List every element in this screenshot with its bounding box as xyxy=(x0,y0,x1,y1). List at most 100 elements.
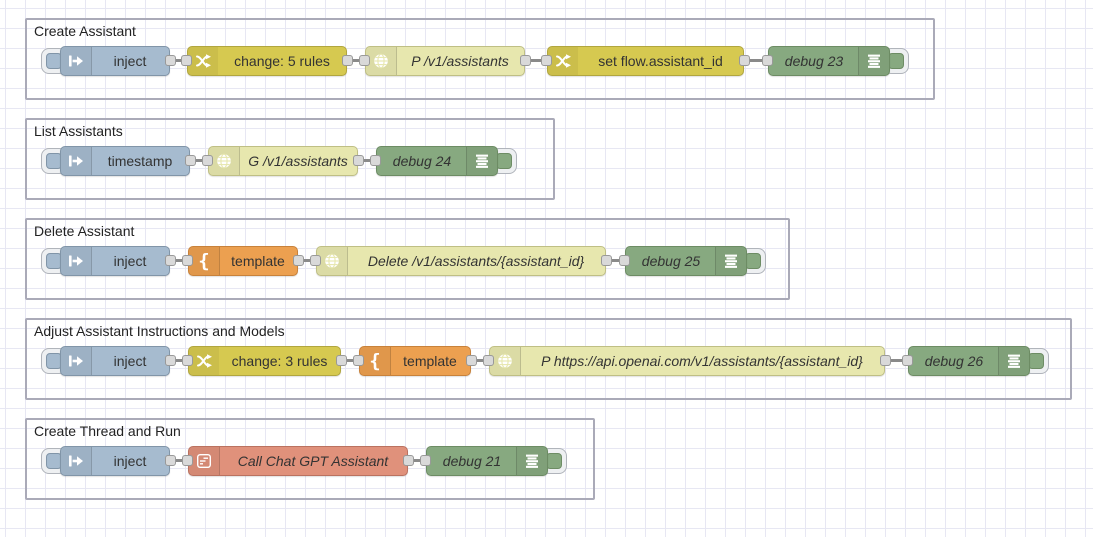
group-label: List Assistants xyxy=(34,123,123,139)
node-label: change: 3 rules xyxy=(231,353,328,369)
node-debug[interactable]: debug 26 xyxy=(908,346,1030,376)
inject-arrow-icon xyxy=(61,447,92,475)
node-label: Call Chat GPT Assistant xyxy=(237,453,389,469)
node-template[interactable]: { template xyxy=(188,246,298,276)
node-debug[interactable]: debug 25 xyxy=(625,246,747,276)
input-port[interactable] xyxy=(359,55,370,66)
node-label: P /v1/assistants xyxy=(411,53,509,69)
node-label: template xyxy=(403,353,457,369)
input-port[interactable] xyxy=(310,255,321,266)
debug-lines-icon xyxy=(715,247,746,275)
inject-arrow-icon xyxy=(61,47,92,75)
input-port[interactable] xyxy=(902,355,913,366)
input-port[interactable] xyxy=(182,255,193,266)
shuffle-icon xyxy=(189,347,219,375)
globe-icon xyxy=(490,347,521,375)
input-port[interactable] xyxy=(370,155,381,166)
debug-lines-icon xyxy=(516,447,547,475)
output-port[interactable] xyxy=(353,155,364,166)
node-change[interactable]: set flow.assistant_id xyxy=(547,46,744,76)
shuffle-icon xyxy=(548,47,578,75)
output-port[interactable] xyxy=(342,55,353,66)
output-port[interactable] xyxy=(165,455,176,466)
node-inject[interactable]: timestamp xyxy=(60,146,190,176)
node-http-request[interactable]: Delete /v1/assistants/{assistant_id} xyxy=(316,246,606,276)
output-port[interactable] xyxy=(293,255,304,266)
output-port[interactable] xyxy=(165,55,176,66)
button-inner-square xyxy=(1028,353,1044,369)
node-label: P https://api.openai.com/v1/assistants/{… xyxy=(541,353,863,369)
node-label: debug 23 xyxy=(784,53,844,69)
chat-form-icon xyxy=(189,447,220,475)
input-port[interactable] xyxy=(619,255,630,266)
button-inner-square xyxy=(745,253,761,269)
output-port[interactable] xyxy=(601,255,612,266)
node-label: change: 5 rules xyxy=(234,53,330,69)
output-port[interactable] xyxy=(880,355,891,366)
node-debug[interactable]: debug 21 xyxy=(426,446,548,476)
group-label: Delete Assistant xyxy=(34,223,135,239)
node-inject[interactable]: inject xyxy=(60,346,170,376)
input-port[interactable] xyxy=(762,55,773,66)
button-inner-square xyxy=(888,53,904,69)
debug-lines-icon xyxy=(466,147,497,175)
node-label: G /v1/assistants xyxy=(248,153,348,169)
inject-arrow-icon xyxy=(61,347,92,375)
node-label: inject xyxy=(113,353,147,369)
group-label: Create Thread and Run xyxy=(34,423,181,439)
button-inner-square xyxy=(496,153,512,169)
input-port[interactable] xyxy=(420,455,431,466)
input-port[interactable] xyxy=(483,355,494,366)
output-port[interactable] xyxy=(336,355,347,366)
node-http-request[interactable]: P /v1/assistants xyxy=(365,46,525,76)
node-http-request[interactable]: G /v1/assistants xyxy=(208,146,358,176)
node-openai[interactable]: Call Chat GPT Assistant xyxy=(188,446,408,476)
input-port[interactable] xyxy=(353,355,364,366)
curly-brace-icon: { xyxy=(360,347,391,375)
node-http-request[interactable]: P https://api.openai.com/v1/assistants/{… xyxy=(489,346,885,376)
node-label: inject xyxy=(113,53,147,69)
node-debug[interactable]: debug 24 xyxy=(376,146,498,176)
shuffle-icon xyxy=(188,47,218,75)
flow-canvas[interactable]: Create Assistant inject change: 5 rules P /… xyxy=(0,0,1093,537)
input-port[interactable] xyxy=(181,55,192,66)
button-inner-square xyxy=(546,453,562,469)
node-label: inject xyxy=(113,253,147,269)
globe-icon xyxy=(209,147,240,175)
node-label: debug 21 xyxy=(442,453,502,469)
inject-arrow-icon xyxy=(61,147,92,175)
group-label: Create Assistant xyxy=(34,23,136,39)
node-inject[interactable]: inject xyxy=(60,446,170,476)
globe-icon xyxy=(317,247,348,275)
node-debug[interactable]: debug 23 xyxy=(768,46,890,76)
node-label: debug 26 xyxy=(924,353,984,369)
node-label: debug 25 xyxy=(641,253,701,269)
group-label: Adjust Assistant Instructions and Models xyxy=(34,323,285,339)
curly-brace-icon: { xyxy=(189,247,220,275)
node-label: inject xyxy=(113,453,147,469)
output-port[interactable] xyxy=(403,455,414,466)
debug-lines-icon xyxy=(858,47,889,75)
node-label: debug 24 xyxy=(392,153,452,169)
output-port[interactable] xyxy=(165,255,176,266)
node-label: template xyxy=(231,253,285,269)
node-change[interactable]: change: 3 rules xyxy=(188,346,341,376)
debug-lines-icon xyxy=(998,347,1029,375)
node-inject[interactable]: inject xyxy=(60,46,170,76)
output-port[interactable] xyxy=(165,355,176,366)
node-change[interactable]: change: 5 rules xyxy=(187,46,347,76)
node-inject[interactable]: inject xyxy=(60,246,170,276)
input-port[interactable] xyxy=(182,455,193,466)
input-port[interactable] xyxy=(182,355,193,366)
input-port[interactable] xyxy=(202,155,213,166)
output-port[interactable] xyxy=(466,355,477,366)
input-port[interactable] xyxy=(541,55,552,66)
node-template[interactable]: { template xyxy=(359,346,471,376)
node-label: set flow.assistant_id xyxy=(598,53,723,69)
inject-arrow-icon xyxy=(61,247,92,275)
node-label: timestamp xyxy=(107,153,173,169)
output-port[interactable] xyxy=(185,155,196,166)
output-port[interactable] xyxy=(739,55,750,66)
node-label: Delete /v1/assistants/{assistant_id} xyxy=(367,253,585,269)
output-port[interactable] xyxy=(520,55,531,66)
